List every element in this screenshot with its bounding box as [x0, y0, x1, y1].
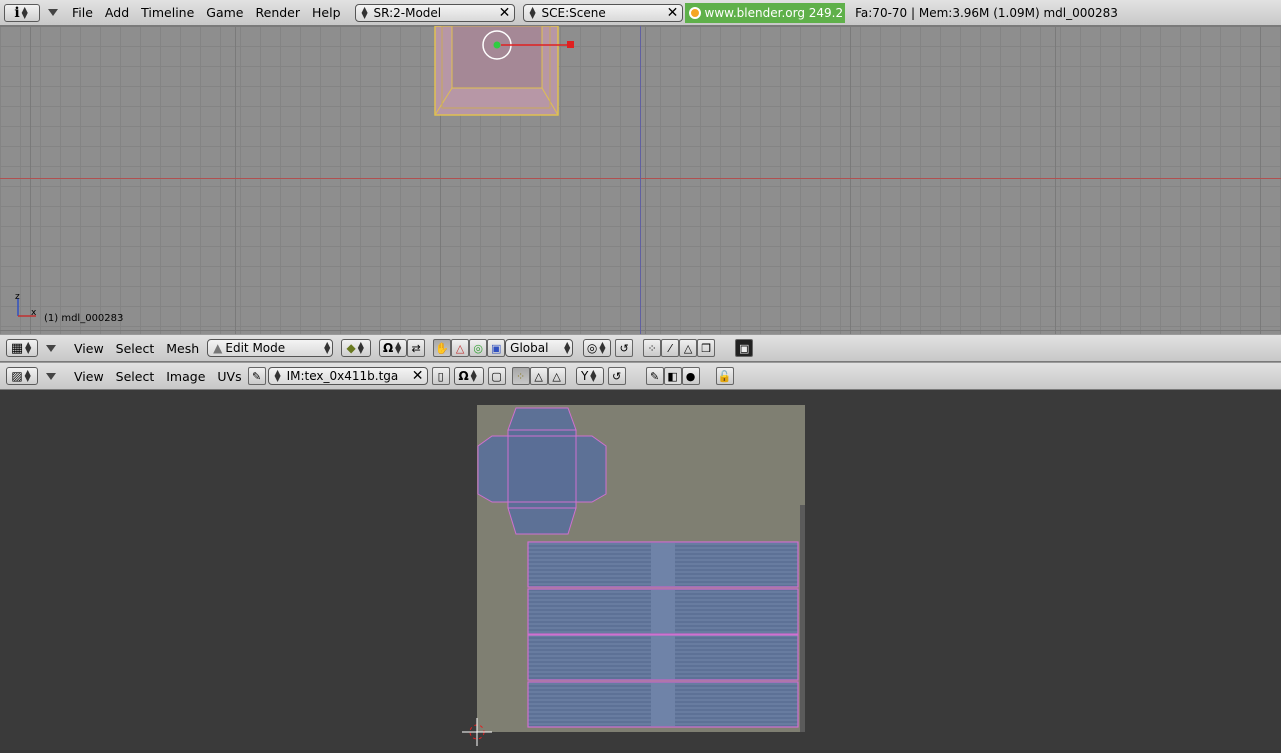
screen-name[interactable]: SR:2-Model — [374, 6, 496, 20]
grab-hand-icon[interactable]: ✋ — [433, 339, 452, 357]
menu-help[interactable]: Help — [306, 5, 347, 20]
axis-z-label: z — [15, 292, 20, 302]
channels-icon[interactable]: ◧ — [663, 367, 682, 385]
snap-icon[interactable]: ↺ — [615, 339, 634, 357]
pivot-icon: Ω — [458, 369, 469, 383]
grid-view-icon: ▦ — [10, 340, 24, 356]
uv-snap-icon[interactable]: ↺ — [607, 367, 626, 385]
object-label: (1) mdl_000283 — [44, 313, 124, 324]
menu-uvs[interactable]: UVs — [211, 369, 247, 384]
occlude-icon[interactable]: ❒ — [697, 339, 716, 357]
menu-view[interactable]: View — [68, 341, 110, 356]
close-icon[interactable]: ✕ — [409, 368, 427, 384]
uv-edge-select-icon[interactable]: △ — [529, 367, 548, 385]
face-select-icon[interactable]: △ — [679, 339, 698, 357]
uv-image-viewport[interactable] — [0, 390, 1281, 753]
shading-icon: ◆ — [346, 341, 356, 355]
menu-select[interactable]: Select — [110, 341, 161, 356]
3d-viewport[interactable]: z x (1) mdl_000283 — [0, 26, 1281, 334]
editor-type-button[interactable]: ▨ ▲ ▼ — [6, 367, 38, 385]
menu-image[interactable]: Image — [160, 369, 211, 384]
manipulator-icon[interactable]: ▣ — [487, 339, 506, 357]
rotate-icon[interactable]: △ — [451, 339, 470, 357]
close-icon[interactable]: ✕ — [496, 5, 514, 21]
orientation-selector[interactable]: Global ▲ ▼ — [505, 339, 574, 357]
menu-select[interactable]: Select — [110, 369, 161, 384]
proportional-icon: ◎ — [586, 341, 598, 355]
uv-pivot-button[interactable]: Ω ▲ ▼ — [453, 367, 484, 385]
mode-label[interactable]: Edit Mode — [225, 341, 322, 355]
scene-selector[interactable]: ▲ ▼ SCE:Scene ✕ — [522, 3, 683, 22]
sticky-icon: Y — [580, 369, 589, 383]
pack-image-icon[interactable]: ▯ — [431, 367, 450, 385]
menu-timeline[interactable]: Timeline — [135, 5, 200, 20]
uv-face-select-icon[interactable]: △ — [547, 367, 566, 385]
close-icon[interactable]: ✕ — [664, 5, 682, 21]
menu-file[interactable]: File — [66, 5, 99, 20]
lock-icon[interactable]: 🔓 — [715, 367, 734, 385]
screen-selector[interactable]: ▲ ▼ SR:2-Model ✕ — [354, 3, 515, 22]
menu-add[interactable]: Add — [99, 5, 135, 20]
scale-icon[interactable]: ◎ — [469, 339, 488, 357]
collapse-menu-icon[interactable] — [48, 9, 58, 16]
editor-type-button[interactable]: ▦ ▲ ▼ — [6, 339, 38, 357]
pivot-button[interactable]: Ω ▲ ▼ — [379, 339, 408, 357]
pivot-icon: Ω — [383, 341, 394, 355]
y-axis-line — [640, 26, 641, 334]
version-badge: www.blender.org 249.2 — [684, 2, 846, 23]
record-icon[interactable]: ● — [681, 367, 700, 385]
axis-x-label: x — [31, 308, 37, 318]
version-text: www.blender.org 249.2 — [704, 5, 844, 20]
sync-select-icon[interactable]: ▢ — [487, 367, 506, 385]
editor-type-button[interactable]: i ▲ ▼ — [4, 3, 40, 22]
scene-stats: Fa:70-70 | Mem:3.96M (1.09M) mdl_000283 — [855, 5, 1118, 20]
edit-mode-icon: ▲ — [213, 341, 223, 355]
3d-view-header: ▦ ▲ ▼ View Select Mesh ▲ Edit Mode ▲ ▼ ◆ ▲… — [0, 334, 1281, 362]
menu-view[interactable]: View — [68, 369, 110, 384]
paint-icon[interactable]: ✎ — [645, 367, 664, 385]
orientation-label[interactable]: Global — [506, 341, 562, 355]
pin-icon[interactable]: ✎ — [247, 367, 266, 385]
top-header: i ▲ ▼ File Add Timeline Game Render Help … — [0, 0, 1281, 26]
sticky-select-button[interactable]: Y ▲ ▼ — [575, 367, 604, 385]
image-editor-icon: ▨ — [11, 369, 23, 383]
image-selector[interactable]: ▲ ▼ IM:tex_0x411b.tga ✕ — [267, 367, 428, 385]
transform-widget[interactable] — [478, 28, 578, 64]
uv-texture-canvas[interactable] — [0, 390, 1281, 753]
proportional-edit-button[interactable]: ◎ ▲ ▼ — [583, 339, 612, 357]
vertex-select-icon[interactable]: ⁘ — [643, 339, 662, 357]
scene-name[interactable]: SCE:Scene — [542, 6, 664, 20]
collapse-menu-icon[interactable] — [46, 372, 56, 380]
mode-selector[interactable]: ▲ Edit Mode ▲ ▼ — [207, 339, 334, 357]
image-name[interactable]: IM:tex_0x411b.tga — [287, 369, 409, 383]
blender-logo-icon — [688, 6, 701, 19]
render-image-icon[interactable]: ▣ — [735, 339, 754, 357]
uv-vertex-select-icon[interactable]: ⁘ — [511, 367, 530, 385]
collapse-menu-icon[interactable] — [46, 344, 56, 352]
align-icon[interactable]: ⇄ — [407, 339, 426, 357]
edge-select-icon[interactable]: ⁄ — [661, 339, 680, 357]
uv-editor-header: ▨ ▲ ▼ View Select Image UVs ✎ ▲ ▼ IM:tex_0… — [0, 362, 1281, 390]
draw-type-button[interactable]: ◆ ▲ ▼ — [341, 339, 372, 357]
menu-mesh[interactable]: Mesh — [160, 341, 205, 356]
menu-render[interactable]: Render — [250, 5, 307, 20]
menu-game[interactable]: Game — [200, 5, 249, 20]
